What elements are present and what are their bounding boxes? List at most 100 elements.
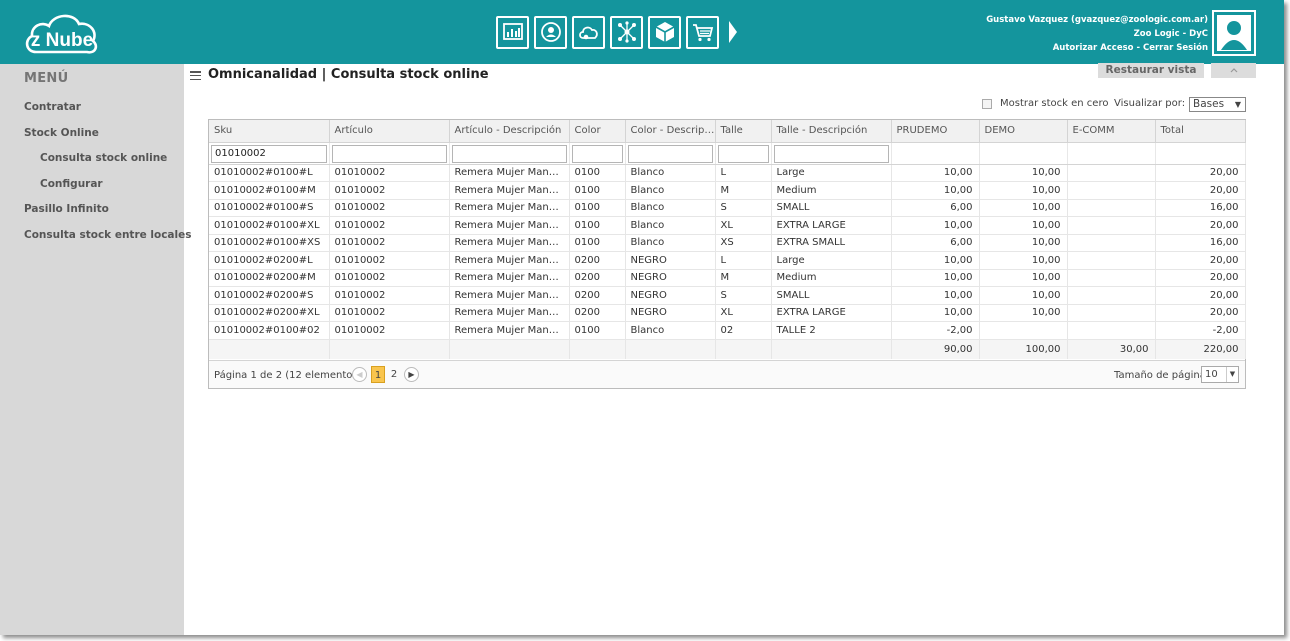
table-row[interactable]: 01010002#0100#XS 01010002 Remera Mujer Man… xyxy=(209,234,1246,252)
cube-icon[interactable] xyxy=(648,15,681,49)
column-header[interactable]: Artículo xyxy=(329,120,450,143)
article-desc-filter-input[interactable] xyxy=(451,144,567,163)
table-row[interactable]: 01010002#0100#XL 01010002 Remera Mujer Man… xyxy=(209,216,1246,235)
table-cell: NEGRO xyxy=(625,286,716,305)
sidebar-item-consulta-stock-online[interactable]: Consulta stock online xyxy=(40,152,167,164)
table-row[interactable]: 01010002#0200#S 01010002 Remera Mujer Mang… xyxy=(209,286,1246,305)
table-row[interactable]: 01010002#0100#L 01010002 Remera Mujer Mang… xyxy=(209,164,1246,182)
user-links: Autorizar Acceso - Cerrar Sesión xyxy=(986,41,1208,55)
column-header[interactable]: DEMO xyxy=(979,120,1068,143)
column-header[interactable]: Talle xyxy=(715,120,772,143)
table-cell: 16,00 xyxy=(1155,234,1246,252)
next-apps-arrow-icon[interactable] xyxy=(726,16,740,49)
column-header[interactable]: PRUDEMO xyxy=(891,120,980,143)
table-row[interactable]: 01010002#0200#M 01010002 Remera Mujer Mang… xyxy=(209,269,1246,287)
table-cell: Remera Mujer Manga Larga xyxy=(449,269,570,287)
sidebar-item-stock-online[interactable]: Stock Online xyxy=(24,127,99,139)
column-header[interactable]: Color xyxy=(569,120,626,143)
color-desc-filter-input[interactable] xyxy=(627,144,713,163)
table-cell: XL xyxy=(715,216,772,235)
collapse-button[interactable] xyxy=(1211,63,1256,78)
column-header[interactable]: Artículo - Descripción xyxy=(449,120,570,143)
znube-logo[interactable]: z Nube xyxy=(22,8,102,58)
sidebar-item-configurar[interactable]: Configurar xyxy=(40,178,103,190)
user-name: Gustavo Vazquez (gvazquez@zoologic.com.a… xyxy=(986,15,1208,25)
table-cell: M xyxy=(715,269,772,287)
table-cell: 10,00 xyxy=(891,181,980,200)
menu-title: MENÚ xyxy=(24,71,69,86)
table-cell: 01010002 xyxy=(329,304,450,322)
table-row[interactable]: 01010002#0100#02 01010002 Remera Mujer Man… xyxy=(209,321,1246,340)
table-cell: 20,00 xyxy=(1155,164,1246,182)
page-size-select[interactable]: 10 ▼ xyxy=(1201,366,1239,383)
table-row[interactable]: 01010002#0200#L 01010002 Remera Mujer Mang… xyxy=(209,251,1246,270)
table-cell: 01010002#0200#M xyxy=(209,269,330,287)
hamburger-icon[interactable] xyxy=(190,71,201,81)
table-cell: Remera Mujer Manga Larga xyxy=(449,199,570,217)
next-page-icon[interactable]: ▶ xyxy=(404,367,419,382)
table-row[interactable]: 01010002#0100#M 01010002 Remera Mujer Mang… xyxy=(209,181,1246,200)
table-cell xyxy=(1067,181,1156,200)
show-zero-stock-checkbox[interactable] xyxy=(982,99,992,109)
column-header[interactable]: E-COMM xyxy=(1067,120,1156,143)
sidebar: MENÚ Contratar Stock Online Consulta sto… xyxy=(0,64,192,635)
table-row[interactable]: 01010002#0200#XL 01010002 Remera Mujer Man… xyxy=(209,304,1246,322)
avatar[interactable] xyxy=(1212,10,1256,56)
table-row[interactable]: 01010002#0100#S 01010002 Remera Mujer Mang… xyxy=(209,199,1246,217)
column-header[interactable]: Talle - Descripción xyxy=(771,120,892,143)
table-cell: 01010002 xyxy=(329,181,450,200)
color-filter-input[interactable] xyxy=(571,144,623,163)
article-filter-input[interactable] xyxy=(331,144,447,163)
table-cell: 01010002 xyxy=(329,216,450,235)
column-header[interactable]: Color - Descripción xyxy=(625,120,716,143)
column-header[interactable]: Total xyxy=(1155,120,1246,143)
table-cell: Blanco xyxy=(625,164,716,182)
size-filter-input[interactable] xyxy=(717,144,769,163)
reports-icon[interactable] xyxy=(496,15,529,49)
table-cell: SMALL xyxy=(771,199,892,217)
grid-header-row: Sku Artículo Artículo - Descripción Color Co… xyxy=(209,120,1246,143)
cloud-settings-icon[interactable] xyxy=(572,15,605,49)
table-cell: 20,00 xyxy=(1155,304,1246,322)
table-cell: 01010002#0100#XS xyxy=(209,234,330,252)
table-cell: M xyxy=(715,181,772,200)
table-cell: Remera Mujer Manga Larga xyxy=(449,234,570,252)
authorize-access-link[interactable]: Autorizar Acceso xyxy=(1053,43,1134,53)
table-cell: L xyxy=(715,251,772,270)
show-zero-stock-label: Mostrar stock en cero xyxy=(1000,98,1109,109)
table-cell: 0100 xyxy=(569,234,626,252)
logout-link[interactable]: Cerrar Sesión xyxy=(1143,43,1208,53)
dropdown-arrow-icon: ▼ xyxy=(1234,100,1241,109)
table-cell: S xyxy=(715,286,772,305)
table-cell: -2,00 xyxy=(891,321,980,340)
table-cell xyxy=(1067,304,1156,322)
table-cell xyxy=(1067,234,1156,252)
column-header[interactable]: Sku xyxy=(209,120,330,143)
cart-icon[interactable] xyxy=(686,15,719,49)
logo-text: z Nube xyxy=(31,30,93,51)
table-cell: 01010002 xyxy=(329,234,450,252)
table-cell: NEGRO xyxy=(625,304,716,322)
table-cell: 20,00 xyxy=(1155,269,1246,287)
table-cell: Remera Mujer Manga Larga xyxy=(449,286,570,305)
sidebar-item-contratar[interactable]: Contratar xyxy=(24,101,81,113)
page-1-button[interactable]: 1 xyxy=(371,366,385,383)
users-cycle-icon[interactable] xyxy=(534,15,567,49)
table-cell: Remera Mujer Manga Larga xyxy=(449,321,570,340)
page-size-value: 10 xyxy=(1205,369,1218,380)
table-cell: 0100 xyxy=(569,181,626,200)
sidebar-item-pasillo-infinito[interactable]: Pasillo Infinito xyxy=(24,203,109,215)
size-desc-filter-input[interactable] xyxy=(773,144,889,163)
table-cell: TALLE 2 xyxy=(771,321,892,340)
sku-filter-input[interactable] xyxy=(211,144,327,163)
visualize-by-select[interactable]: Bases ▼ xyxy=(1189,97,1246,112)
sidebar-item-consulta-entre-locales[interactable]: Consulta stock entre locales xyxy=(24,229,192,241)
table-cell: 10,00 xyxy=(891,164,980,182)
grid-totals-row: 90,00 100,00 30,00 220,00 xyxy=(209,338,1246,359)
restore-view-button[interactable]: Restaurar vista xyxy=(1098,63,1204,78)
network-icon[interactable] xyxy=(610,15,643,49)
prev-page-icon[interactable]: ◀ xyxy=(352,367,367,382)
page-2-button[interactable]: 2 xyxy=(387,366,401,383)
user-info: Gustavo Vazquez (gvazquez@zoologic.com.a… xyxy=(986,13,1208,55)
table-cell: 10,00 xyxy=(891,216,980,235)
